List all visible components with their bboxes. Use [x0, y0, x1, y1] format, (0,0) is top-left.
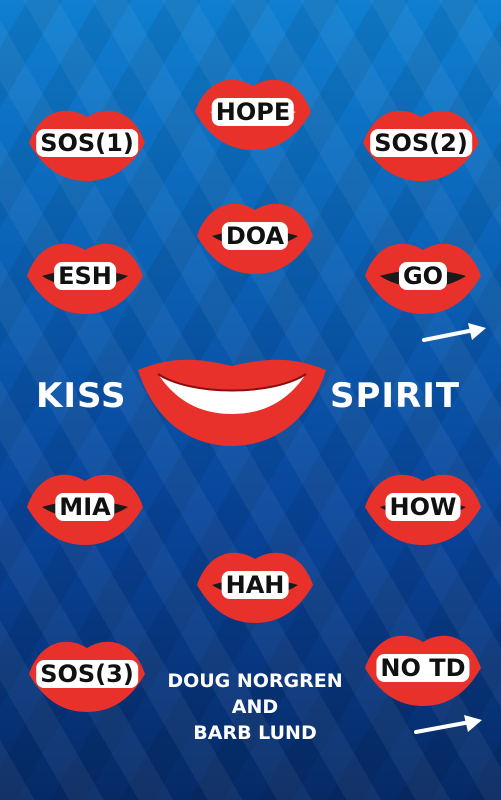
lips-label: SOS(3): [36, 660, 138, 688]
author-conjunction: AND: [231, 696, 279, 718]
lips-label: HAH: [221, 571, 289, 599]
lips-label: SOS(1): [36, 129, 138, 157]
author-1: DOUG NORGREN: [167, 670, 343, 692]
lips-no-td: NO TD: [360, 628, 486, 708]
lips-mia: MIA: [22, 467, 148, 547]
lips-label: HOW: [385, 493, 461, 521]
lips-label: GO: [398, 262, 448, 290]
lips-how: HOW: [360, 467, 486, 547]
right-arrow-icon: [422, 323, 486, 342]
lips-label: DOA: [221, 222, 289, 250]
lips-sos-2: SOS(2): [358, 103, 484, 183]
lips-hah: HAH: [192, 545, 318, 625]
word-kiss: KISS: [36, 376, 127, 416]
lips-doa: DOA: [192, 196, 318, 276]
lips-label: SOS(2): [370, 129, 472, 157]
lips-esh: ESH: [22, 236, 148, 316]
author-2: BARB LUND: [193, 722, 317, 744]
smiling-lips-icon: [138, 359, 326, 446]
lips-label: MIA: [55, 493, 115, 521]
lips-label: ESH: [54, 262, 116, 290]
book-cover: HOPE SOS(1) SOS(2) DOA ESH GO KISS SPIRI…: [0, 0, 501, 800]
lips-label: NO TD: [376, 654, 470, 682]
lips-hope: HOPE: [190, 72, 316, 152]
lips-label: HOPE: [211, 98, 295, 126]
right-arrow-icon: [414, 715, 482, 734]
lips-go: GO: [360, 236, 486, 316]
lips-sos-3: SOS(3): [24, 634, 150, 714]
authors: DOUG NORGREN AND BARB LUND: [155, 668, 355, 746]
word-spirit: SPIRIT: [330, 376, 461, 416]
lips-sos-1: SOS(1): [24, 103, 150, 183]
